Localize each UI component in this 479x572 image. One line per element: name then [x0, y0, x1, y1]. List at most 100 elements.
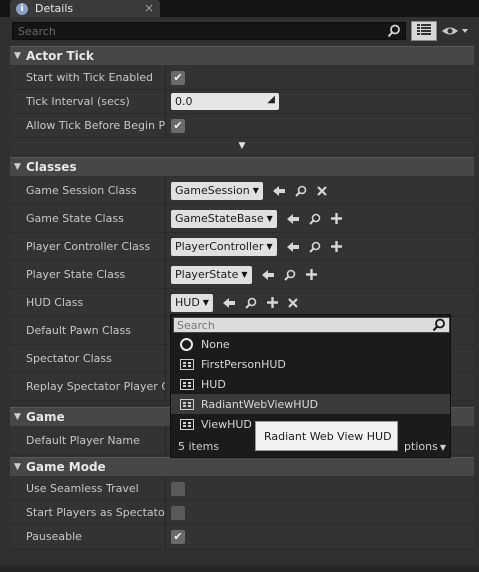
start-as-spectators-checkbox[interactable]	[171, 505, 185, 520]
add-icon[interactable]	[305, 269, 317, 280]
category-game-mode[interactable]: ▼ Game Mode	[10, 457, 474, 476]
property-row: Game Session Class GameSession ▼	[10, 177, 474, 205]
property-label: Replay Spectator Player Co	[26, 380, 166, 393]
browse-search-icon[interactable]	[245, 297, 257, 309]
hud-class-combo[interactable]: HUD ▼	[171, 293, 213, 312]
none-circle-icon	[180, 337, 193, 351]
property-label: Player Controller Class	[26, 240, 151, 253]
property-label: Start Players as Spectators	[26, 506, 166, 519]
property-label: Start with Tick Enabled	[26, 71, 154, 84]
picker-search-placeholder: Search	[177, 318, 215, 332]
pauseable-checkbox[interactable]: ✔	[171, 529, 185, 544]
property-label: Game State Class	[26, 212, 124, 225]
tick-interval-field[interactable]: 0.0 ◢	[171, 93, 279, 110]
collapse-chevron-icon: ▼	[14, 462, 21, 472]
property-label: Allow Tick Before Begin Pla	[26, 119, 166, 132]
clear-icon[interactable]	[288, 297, 298, 308]
details-panel: Search ▼ Actor Tick Start with Tick Enab…	[0, 17, 479, 572]
column-splitter[interactable]	[165, 345, 166, 372]
column-splitter[interactable]	[165, 205, 166, 232]
use-selected-arrow-icon[interactable]	[286, 213, 299, 224]
advanced-expander-icon[interactable]: ▼	[10, 138, 474, 154]
tick-interval-value: 0.0	[175, 95, 193, 108]
search-icon	[432, 318, 446, 335]
column-splitter[interactable]	[165, 66, 166, 89]
search-placeholder: Search	[18, 24, 56, 38]
column-splitter[interactable]	[165, 177, 166, 204]
category-actor-tick[interactable]: ▼ Actor Tick	[10, 46, 474, 65]
property-label: Default Pawn Class	[26, 324, 131, 337]
details-tab[interactable]: i Details ×	[10, 0, 160, 17]
column-splitter[interactable]	[165, 373, 166, 400]
allow-tick-checkbox[interactable]: ✔	[171, 118, 185, 133]
use-selected-arrow-icon[interactable]	[286, 241, 299, 252]
start-with-tick-checkbox[interactable]: ✔	[171, 70, 185, 85]
view-options-button[interactable]: ptions ▼	[404, 440, 446, 453]
player-controller-combo[interactable]: PlayerController ▼	[171, 237, 277, 256]
column-splitter[interactable]	[165, 427, 166, 454]
game-mode-rows: Use Seamless Travel Start Players as Spe…	[10, 477, 474, 549]
column-splitter[interactable]	[165, 114, 166, 137]
column-splitter[interactable]	[165, 525, 166, 548]
column-splitter[interactable]	[165, 501, 166, 524]
add-icon[interactable]	[266, 297, 278, 308]
category-title: Actor Tick	[26, 49, 94, 63]
combo-value: PlayerController	[175, 240, 264, 253]
details-search-input[interactable]: Search	[12, 22, 406, 40]
column-splitter[interactable]	[165, 477, 166, 500]
combo-value: PlayerState	[175, 268, 239, 281]
browse-search-icon[interactable]	[283, 269, 296, 281]
property-label: Default Player Name	[26, 434, 140, 447]
seamless-travel-checkbox[interactable]	[171, 481, 185, 496]
browse-search-icon[interactable]	[295, 185, 307, 197]
picker-search-input[interactable]: Search	[173, 317, 450, 333]
property-row: Tick Interval (secs) 0.0 ◢	[10, 90, 474, 114]
property-row: Game State Class GameStateBase ▼	[10, 205, 474, 233]
add-icon[interactable]	[330, 213, 342, 224]
game-state-combo[interactable]: GameStateBase ▼	[171, 209, 277, 228]
property-row: Use Seamless Travel	[10, 477, 474, 501]
category-classes[interactable]: ▼ Classes	[10, 157, 474, 176]
search-icon	[387, 24, 401, 41]
picker-list: None FirstPersonHUD HUD RadiantWebViewHU…	[171, 334, 450, 434]
picker-item-firstpersonhud[interactable]: FirstPersonHUD	[171, 354, 450, 374]
clear-icon[interactable]	[317, 185, 327, 196]
category-title: Game Mode	[26, 460, 106, 474]
actor-tick-rows: Start with Tick Enabled ✔ Tick Interval …	[10, 66, 474, 154]
use-selected-arrow-icon[interactable]	[261, 269, 274, 280]
category-title: Game	[26, 410, 65, 424]
close-tab-icon[interactable]: ×	[144, 1, 154, 15]
column-splitter[interactable]	[165, 317, 166, 344]
property-row: Start Players as Spectators	[10, 501, 474, 525]
property-label: Spectator Class	[26, 352, 112, 365]
property-row: Player State Class PlayerState ▼	[10, 261, 474, 289]
column-splitter[interactable]	[165, 261, 166, 288]
drag-arrow-icon: ◢	[267, 94, 275, 105]
use-selected-arrow-icon[interactable]	[272, 185, 285, 196]
column-splitter[interactable]	[165, 90, 166, 113]
column-splitter[interactable]	[165, 233, 166, 260]
property-label: Use Seamless Travel	[26, 482, 139, 495]
game-session-combo[interactable]: GameSession ▼	[171, 181, 263, 200]
browse-search-icon[interactable]	[308, 241, 321, 253]
use-selected-arrow-icon[interactable]	[222, 297, 235, 308]
player-state-combo[interactable]: PlayerState ▼	[171, 265, 252, 284]
property-row: Allow Tick Before Begin Pla ✔	[10, 114, 474, 138]
class-icon	[180, 378, 194, 390]
picker-item-none[interactable]: None	[171, 334, 450, 354]
picker-item-radiantwebviewhud[interactable]: RadiantWebViewHUD	[171, 394, 450, 414]
browse-search-icon[interactable]	[309, 213, 321, 225]
item-label: ViewHUD	[201, 417, 252, 431]
add-icon[interactable]	[330, 241, 342, 252]
collapse-chevron-icon: ▼	[14, 51, 21, 61]
view-options-eye-icon[interactable]	[441, 25, 471, 40]
class-icon	[180, 418, 194, 430]
column-splitter[interactable]	[165, 289, 166, 316]
picker-item-hud[interactable]: HUD	[171, 374, 450, 394]
property-label: Tick Interval (secs)	[26, 95, 130, 108]
property-matrix-button[interactable]	[411, 21, 437, 41]
property-label: HUD Class	[26, 296, 84, 309]
tab-bar: i Details ×	[0, 0, 479, 17]
grid-icon	[416, 23, 432, 40]
tab-title: Details	[35, 2, 74, 15]
